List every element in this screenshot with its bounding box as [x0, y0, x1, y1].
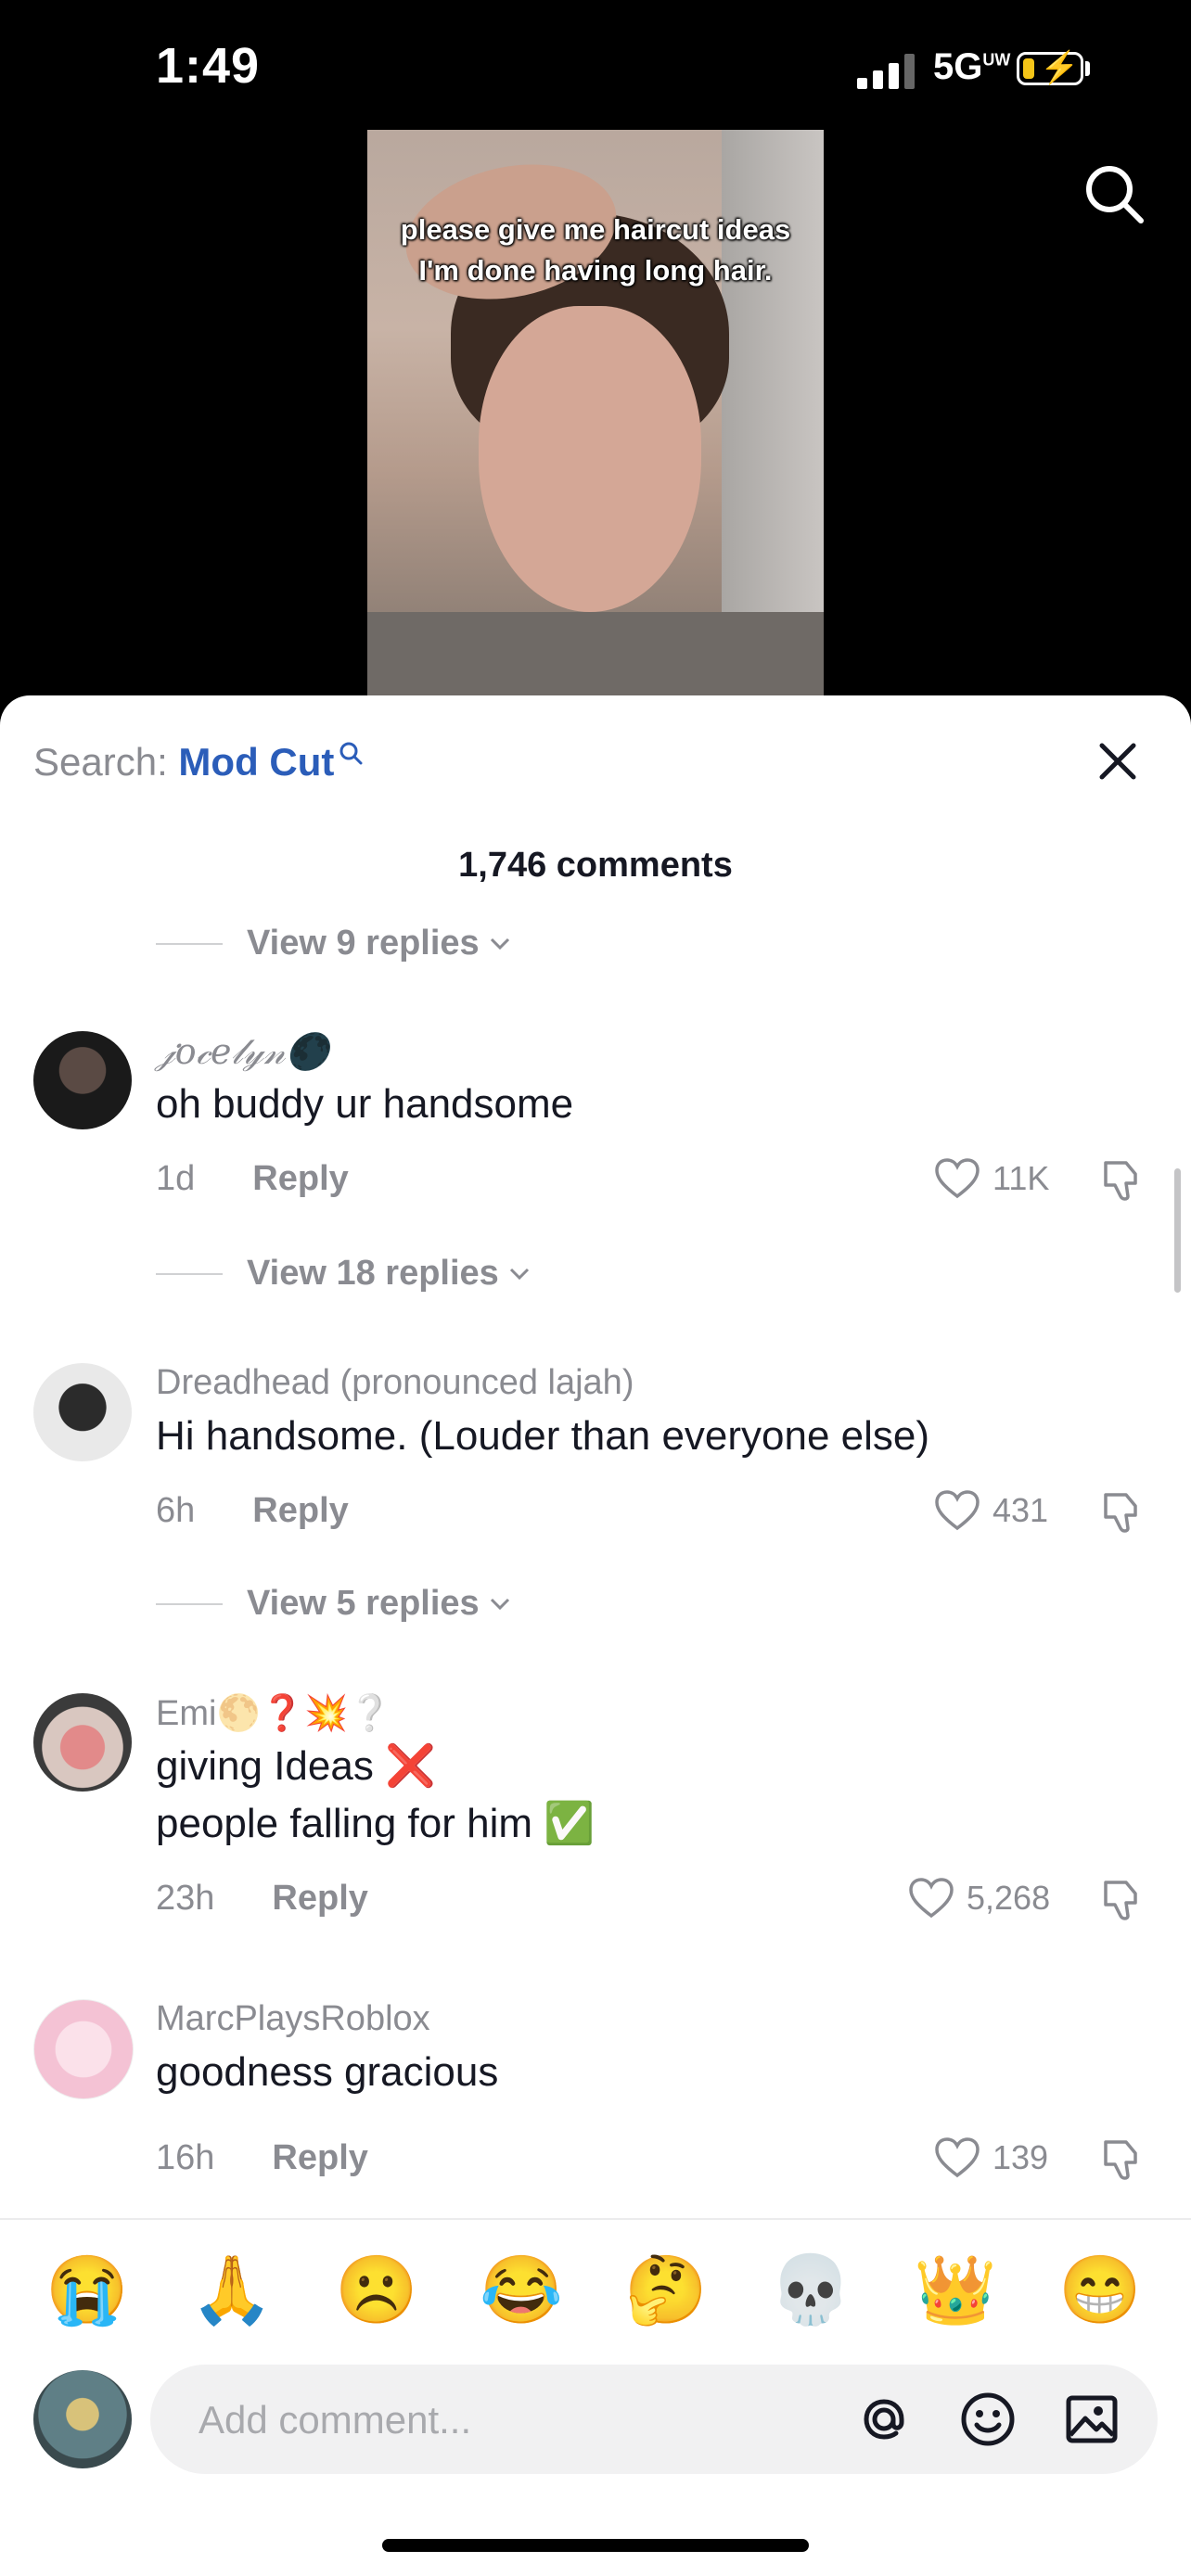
home-indicator[interactable] — [382, 2539, 809, 2552]
like-count: 431 — [992, 1491, 1049, 1529]
like-button[interactable]: 11K — [933, 1157, 1049, 1200]
dislike-icon[interactable] — [1098, 1487, 1148, 1537]
dislike-icon[interactable] — [1098, 2135, 1148, 2185]
avatar[interactable] — [33, 1693, 132, 1792]
avatar[interactable] — [33, 1999, 134, 2099]
battery-icon: ⚡ — [1017, 51, 1083, 85]
emoji-button[interactable]: 🤔 — [620, 2244, 712, 2337]
avatar[interactable] — [33, 1363, 132, 1461]
heart-icon — [935, 2137, 980, 2178]
view-replies-button[interactable]: View 9 replies — [156, 924, 511, 963]
dislike-icon[interactable] — [1098, 1155, 1148, 1205]
like-count: 11K — [992, 1159, 1050, 1197]
comment-input-placeholder: Add comment... — [198, 2398, 472, 2442]
reply-button[interactable]: Reply — [272, 2138, 367, 2177]
comment-meta: 1d Reply — [156, 1159, 349, 1199]
view-replies-button[interactable]: View 18 replies — [156, 1254, 531, 1294]
dislike-icon[interactable] — [1098, 1875, 1148, 1925]
like-count: 139 — [992, 2138, 1049, 2176]
emoji-button[interactable]: 👑 — [909, 2244, 1002, 2337]
avatar[interactable] — [33, 1031, 132, 1129]
signal-icon — [857, 52, 915, 89]
comment-age: 16h — [156, 2138, 215, 2177]
comment-count: 1,746 comments — [458, 846, 733, 885]
emoji-button[interactable]: 🙏 — [186, 2244, 278, 2337]
heart-icon — [935, 1158, 980, 1199]
comment-username[interactable]: Emi🌕❓💥❔ — [156, 1693, 392, 1734]
comment-text: oh buddy ur handsome — [156, 1081, 574, 1127]
like-button[interactable]: 5,268 — [907, 1877, 1050, 1919]
video-preview[interactable]: please give me haircut ideas I'm done ha… — [367, 130, 824, 697]
emoji-button[interactable]: 😁 — [1054, 2244, 1146, 2337]
reply-button[interactable]: Reply — [252, 1491, 348, 1530]
comment-text: giving Ideas ❌ people falling for him ✅ — [156, 1743, 596, 1846]
comment-meta: 16h Reply — [156, 2138, 368, 2178]
emoji-button[interactable]: 😂 — [475, 2244, 568, 2337]
chevron-down-icon — [490, 937, 509, 950]
image-upload-icon[interactable] — [1061, 2389, 1122, 2450]
quick-emoji-bar: 😭 🙏 ☹️ 😂 🤔 💀 👑 😁 — [0, 2244, 1191, 2337]
like-button[interactable]: 431 — [933, 1489, 1048, 1532]
search-suggestion[interactable]: Search: Mod Cut — [33, 740, 364, 784]
chevron-down-icon — [490, 1598, 509, 1610]
like-count: 5,268 — [967, 1879, 1051, 1917]
heart-icon — [935, 1490, 980, 1531]
comment-username[interactable]: MarcPlaysRoblox — [156, 1999, 430, 2039]
comment-username[interactable]: Dreadhead (pronounced lajah) — [156, 1363, 634, 1403]
status-time: 1:49 — [156, 38, 261, 94]
chevron-down-icon — [509, 1268, 529, 1280]
network-label: 5GUW — [933, 46, 1011, 87]
comment-age: 6h — [156, 1491, 196, 1530]
search-icon[interactable] — [1082, 161, 1146, 226]
my-avatar[interactable] — [33, 2370, 132, 2468]
emoji-button[interactable]: ☹️ — [330, 2244, 423, 2337]
status-bar: 1:49 5GUW ⚡ — [0, 0, 1191, 130]
emoji-button[interactable]: 💀 — [764, 2244, 857, 2337]
reply-button[interactable]: Reply — [272, 1879, 367, 1918]
heart-icon — [909, 1878, 954, 1919]
view-replies-button[interactable]: View 5 replies — [156, 1584, 511, 1624]
search-term-link[interactable]: Mod Cut — [178, 740, 334, 784]
mention-icon[interactable] — [853, 2389, 915, 2450]
reply-button[interactable]: Reply — [252, 1159, 348, 1198]
scrollbar[interactable] — [1174, 1168, 1181, 1293]
close-icon[interactable] — [1095, 738, 1141, 784]
comment-username[interactable]: 𝒿𝑜𝒸𝑒𝓁𝓎𝓃🌑 — [156, 1031, 329, 1073]
comment-age: 23h — [156, 1879, 215, 1918]
comment-meta: 23h Reply — [156, 1879, 368, 1919]
video-caption: please give me haircut ideas I'm done ha… — [400, 213, 791, 287]
comment-age: 1d — [156, 1159, 196, 1198]
emoji-picker-icon[interactable] — [957, 2389, 1018, 2450]
search-small-icon — [339, 742, 363, 765]
like-button[interactable]: 139 — [933, 2136, 1048, 2179]
comment-text: goodness gracious — [156, 2049, 499, 2095]
emoji-button[interactable]: 😭 — [41, 2244, 134, 2337]
comment-input[interactable]: Add comment... — [150, 2365, 1158, 2474]
comment-meta: 6h Reply — [156, 1491, 349, 1531]
comment-text: Hi handsome. (Louder than everyone else) — [156, 1413, 930, 1459]
